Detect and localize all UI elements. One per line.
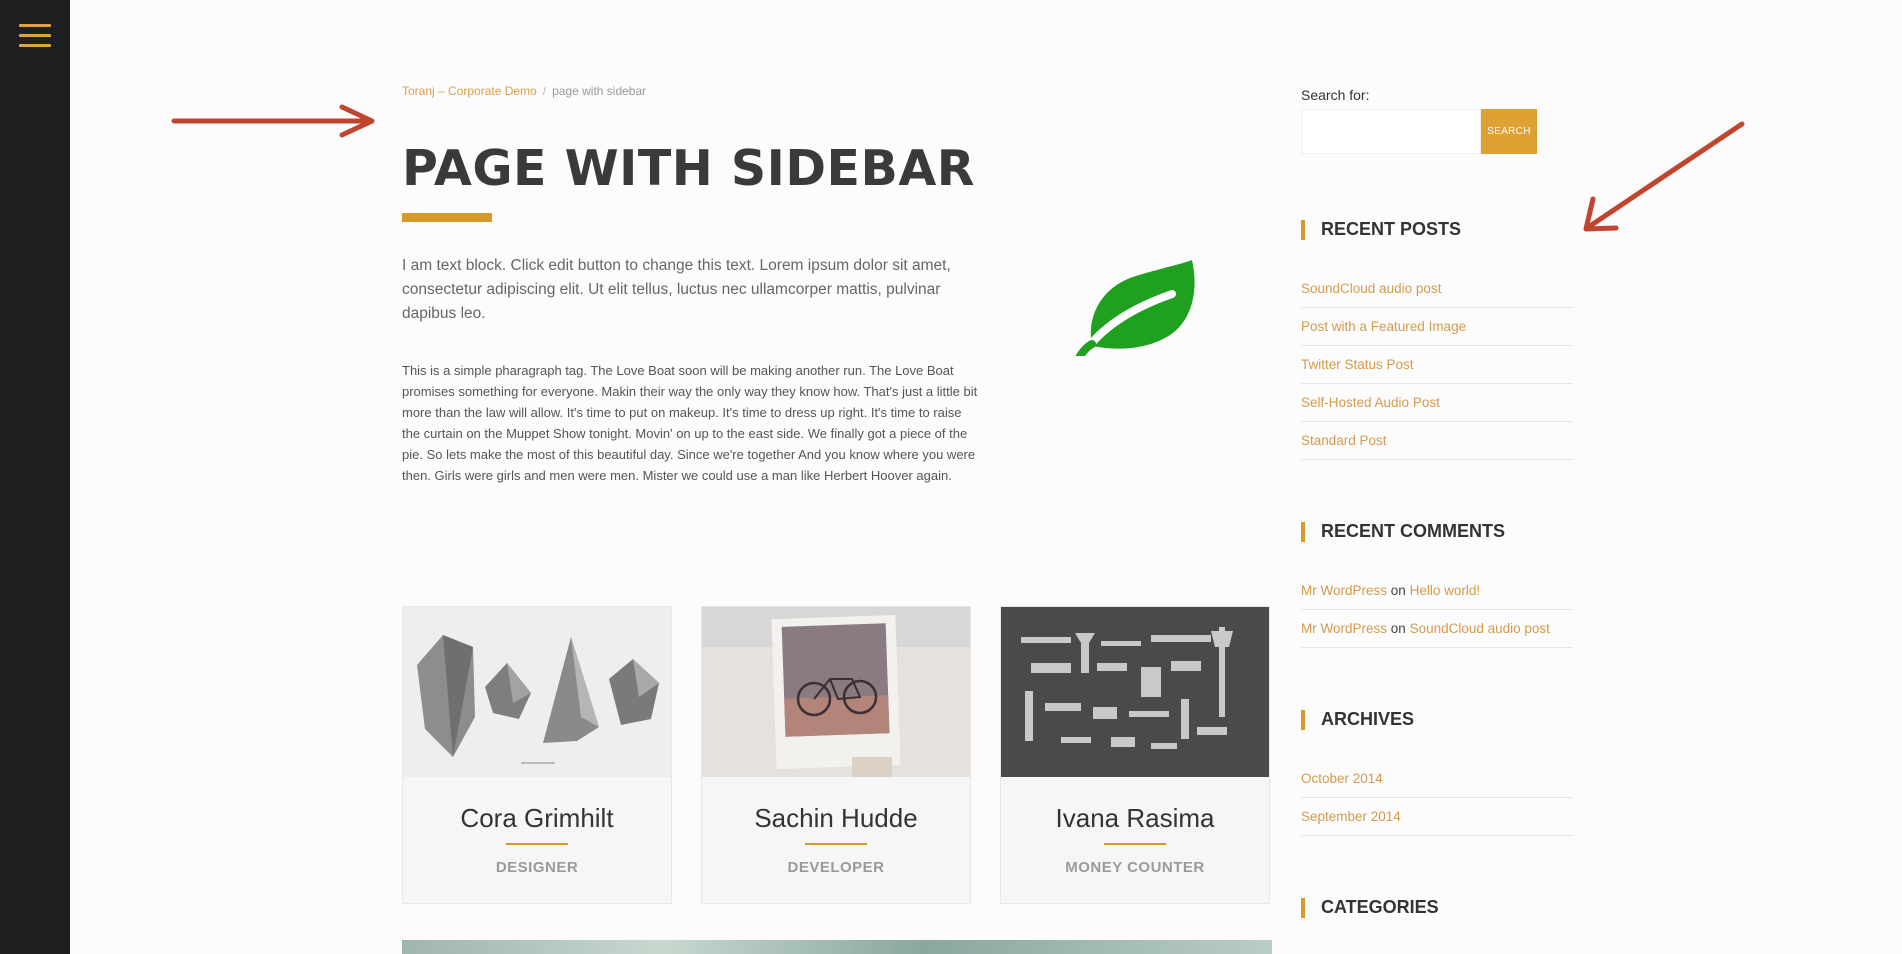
leaf-icon xyxy=(1076,260,1195,356)
comment-author-link[interactable]: Mr WordPress xyxy=(1301,583,1387,598)
body-paragraph: This is a simple pharagraph tag. The Lov… xyxy=(402,363,978,483)
hamburger-bar xyxy=(19,44,51,47)
breadcrumb: Toranj – Corporate Demo / page with sideba… xyxy=(402,84,646,98)
archives-title: ARCHIVES xyxy=(1301,709,1414,730)
name-divider xyxy=(805,843,867,845)
team-card[interactable]: Cora Grimhilt DESIGNER xyxy=(402,606,672,904)
name-divider xyxy=(1104,843,1166,845)
annotation-arrow-left xyxy=(171,104,375,138)
recent-posts-list: SoundCloud audio post Post with a Featur… xyxy=(1301,270,1573,460)
categories-title: CATEGORIES xyxy=(1301,897,1439,918)
team-photo-crystals xyxy=(403,607,671,777)
team-photo-bicycle xyxy=(702,607,970,777)
team-card[interactable]: Ivana Rasima MONEY COUNTER xyxy=(1000,606,1270,904)
recent-post-link[interactable]: Self-Hosted Audio Post xyxy=(1301,395,1440,410)
list-item: Post with a Featured Image xyxy=(1301,308,1573,346)
recent-post-link[interactable]: Standard Post xyxy=(1301,433,1387,448)
search-button[interactable]: SEARCH xyxy=(1481,109,1537,154)
team-member-role: MONEY COUNTER xyxy=(1065,859,1205,876)
search-input[interactable] xyxy=(1301,109,1481,154)
list-item: October 2014 xyxy=(1301,760,1573,798)
breadcrumb-current: page with sidebar xyxy=(552,84,647,98)
recent-posts-title: RECENT POSTS xyxy=(1301,219,1461,240)
recent-post-link[interactable]: Twitter Status Post xyxy=(1301,357,1414,372)
team-member-name: Sachin Hudde xyxy=(754,803,918,833)
list-item: September 2014 xyxy=(1301,798,1573,836)
sidebar: Search for: SEARCH RECENT POSTS SoundClo… xyxy=(1301,0,1573,954)
hamburger-icon[interactable] xyxy=(19,24,51,48)
name-divider xyxy=(506,843,568,845)
recent-comments-list: Mr WordPress on Hello world! Mr WordPres… xyxy=(1301,572,1573,648)
team-member-name: Ivana Rasima xyxy=(1055,803,1215,833)
team-member-name: Cora Grimhilt xyxy=(460,803,614,833)
breadcrumb-separator: / xyxy=(542,84,547,98)
comment-joiner: on xyxy=(1390,583,1406,598)
team-card[interactable]: Sachin Hudde DEVELOPER xyxy=(701,606,971,904)
team-photo-tools xyxy=(1001,607,1269,777)
side-navigation-rail xyxy=(0,0,70,954)
lead-text-block: I am text block. Click edit button to ch… xyxy=(402,257,951,322)
page-title: PAGE WITH SIDEBAR xyxy=(402,140,976,197)
recent-post-link[interactable]: Post with a Featured Image xyxy=(1301,319,1466,334)
team-member-role: DEVELOPER xyxy=(787,859,885,876)
team-member-role: DESIGNER xyxy=(495,859,579,876)
list-item: Self-Hosted Audio Post xyxy=(1301,384,1573,422)
breadcrumb-home-link[interactable]: Toranj – Corporate Demo xyxy=(402,84,537,98)
comment-post-link[interactable]: Hello world! xyxy=(1410,583,1481,598)
team-cards: Cora Grimhilt DESIGNER Sachin Hudde DEVE… xyxy=(402,606,1272,906)
comment-joiner: on xyxy=(1390,621,1406,636)
list-item: Mr WordPress on SoundCloud audio post xyxy=(1301,610,1573,648)
annotation-arrow-right xyxy=(1583,121,1745,232)
archive-link[interactable]: October 2014 xyxy=(1301,771,1383,786)
archive-link[interactable]: September 2014 xyxy=(1301,809,1401,824)
comment-author-link[interactable]: Mr WordPress xyxy=(1301,621,1387,636)
recent-post-link[interactable]: SoundCloud audio post xyxy=(1301,281,1441,296)
list-item: Mr WordPress on Hello world! xyxy=(1301,572,1573,610)
hamburger-bar xyxy=(19,34,51,37)
hamburger-bar xyxy=(19,24,51,27)
title-underline xyxy=(402,213,492,222)
list-item: Twitter Status Post xyxy=(1301,346,1573,384)
banner-image-strip xyxy=(402,940,1272,954)
main-content: Toranj – Corporate Demo / page with sideba… xyxy=(402,0,1272,954)
list-item: Standard Post xyxy=(1301,422,1573,460)
recent-comments-title: RECENT COMMENTS xyxy=(1301,521,1505,542)
search-label: Search for: xyxy=(1301,87,1370,103)
list-item: SoundCloud audio post xyxy=(1301,270,1573,308)
comment-post-link[interactable]: SoundCloud audio post xyxy=(1410,621,1550,636)
archives-list: October 2014 September 2014 xyxy=(1301,760,1573,836)
